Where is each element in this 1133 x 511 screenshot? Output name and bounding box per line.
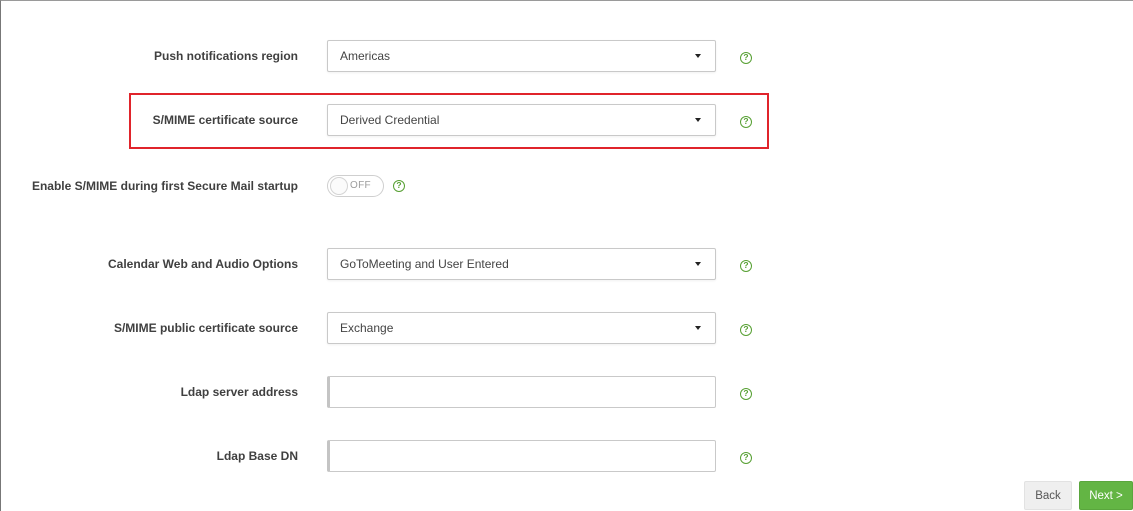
calendar-options-value: GoToMeeting and User Entered: [340, 257, 509, 271]
help-circle-icon[interactable]: ?: [740, 116, 752, 128]
chevron-down-icon: [695, 262, 701, 266]
ldap-base-dn-input[interactable]: [327, 440, 716, 472]
enable-smime-label: Enable S/MIME during first Secure Mail s…: [31, 179, 298, 193]
ldap-server-input[interactable]: [327, 376, 716, 408]
smime-public-cert-row: S/MIME public certificate source Exchang…: [0, 312, 800, 344]
smime-cert-source-label: S/MIME certificate source: [152, 113, 298, 127]
chevron-down-icon: [695, 326, 701, 330]
ldap-server-label: Ldap server address: [180, 385, 298, 399]
smime-public-cert-select[interactable]: Exchange: [327, 312, 716, 344]
smime-cert-source-value: Derived Credential: [340, 113, 440, 127]
toggle-state-text: OFF: [350, 180, 371, 191]
help-circle-icon[interactable]: ?: [740, 52, 752, 64]
smime-public-cert-value: Exchange: [340, 321, 394, 335]
ldap-base-dn-row: Ldap Base DN ?: [0, 440, 800, 472]
chevron-down-icon: [695, 54, 701, 58]
help-circle-icon[interactable]: ?: [740, 452, 752, 464]
help-circle-icon[interactable]: ?: [740, 324, 752, 336]
ldap-base-dn-label: Ldap Base DN: [216, 449, 298, 463]
calendar-options-label: Calendar Web and Audio Options: [107, 257, 298, 271]
push-region-row: Push notifications region Americas ?: [0, 40, 800, 72]
push-region-select[interactable]: Americas: [327, 40, 716, 72]
smime-cert-source-row: S/MIME certificate source Derived Creden…: [0, 104, 800, 136]
next-button[interactable]: Next >: [1079, 481, 1133, 510]
enable-smime-row: Enable S/MIME during first Secure Mail s…: [0, 175, 800, 197]
ldap-server-row: Ldap server address ?: [0, 376, 800, 408]
calendar-options-select[interactable]: GoToMeeting and User Entered: [327, 248, 716, 280]
help-circle-icon[interactable]: ?: [393, 180, 405, 192]
help-circle-icon[interactable]: ?: [740, 260, 752, 272]
enable-smime-toggle[interactable]: OFF: [327, 175, 384, 197]
smime-cert-source-select[interactable]: Derived Credential: [327, 104, 716, 136]
back-button[interactable]: Back: [1024, 481, 1072, 510]
help-circle-icon[interactable]: ?: [740, 388, 752, 400]
push-region-value: Americas: [340, 49, 391, 63]
calendar-options-row: Calendar Web and Audio Options GoToMeeti…: [0, 248, 800, 280]
chevron-down-icon: [695, 118, 701, 122]
toggle-knob: [330, 177, 348, 195]
smime-public-cert-label: S/MIME public certificate source: [113, 321, 298, 335]
push-region-label: Push notifications region: [153, 49, 298, 63]
